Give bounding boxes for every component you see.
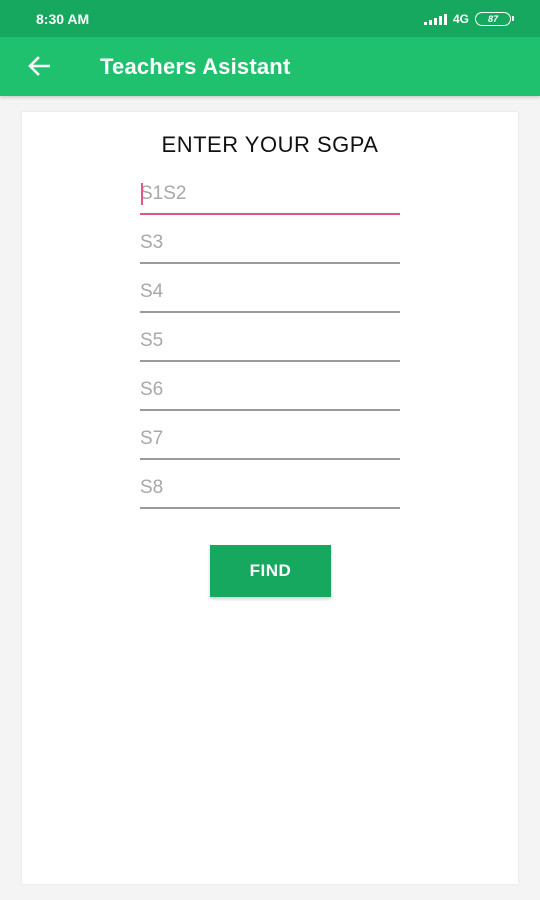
s7-field-wrapper bbox=[140, 420, 400, 460]
signal-icon bbox=[423, 13, 447, 25]
s1s2-field-wrapper bbox=[140, 175, 400, 215]
s6-input[interactable] bbox=[140, 371, 400, 411]
s8-input[interactable] bbox=[140, 469, 400, 509]
sgpa-form-card: ENTER YOUR SGPA FIND bbox=[22, 112, 518, 884]
battery-level: 87 bbox=[475, 11, 511, 26]
s8-field-wrapper bbox=[140, 469, 400, 509]
back-button[interactable] bbox=[22, 51, 56, 81]
arrow-left-icon bbox=[28, 56, 50, 76]
s7-input[interactable] bbox=[140, 420, 400, 460]
text-cursor bbox=[141, 183, 143, 205]
s5-input[interactable] bbox=[140, 322, 400, 362]
status-indicators: 4G 87 bbox=[423, 11, 514, 26]
s4-field-wrapper bbox=[140, 273, 400, 313]
s4-input[interactable] bbox=[140, 273, 400, 313]
s3-field-wrapper bbox=[140, 224, 400, 264]
app-bar: Teachers Asistant bbox=[0, 37, 540, 96]
s3-input[interactable] bbox=[140, 224, 400, 264]
s1s2-input[interactable] bbox=[140, 175, 400, 215]
battery-icon: 87 bbox=[475, 11, 514, 26]
s5-field-wrapper bbox=[140, 322, 400, 362]
status-time: 8:30 AM bbox=[36, 10, 90, 27]
form-heading: ENTER YOUR SGPA bbox=[161, 132, 379, 157]
find-button[interactable]: FIND bbox=[210, 545, 331, 597]
network-type: 4G bbox=[452, 11, 469, 26]
status-bar: 8:30 AM 4G 87 bbox=[0, 0, 540, 37]
s6-field-wrapper bbox=[140, 371, 400, 411]
app-title: Teachers Asistant bbox=[100, 54, 291, 79]
